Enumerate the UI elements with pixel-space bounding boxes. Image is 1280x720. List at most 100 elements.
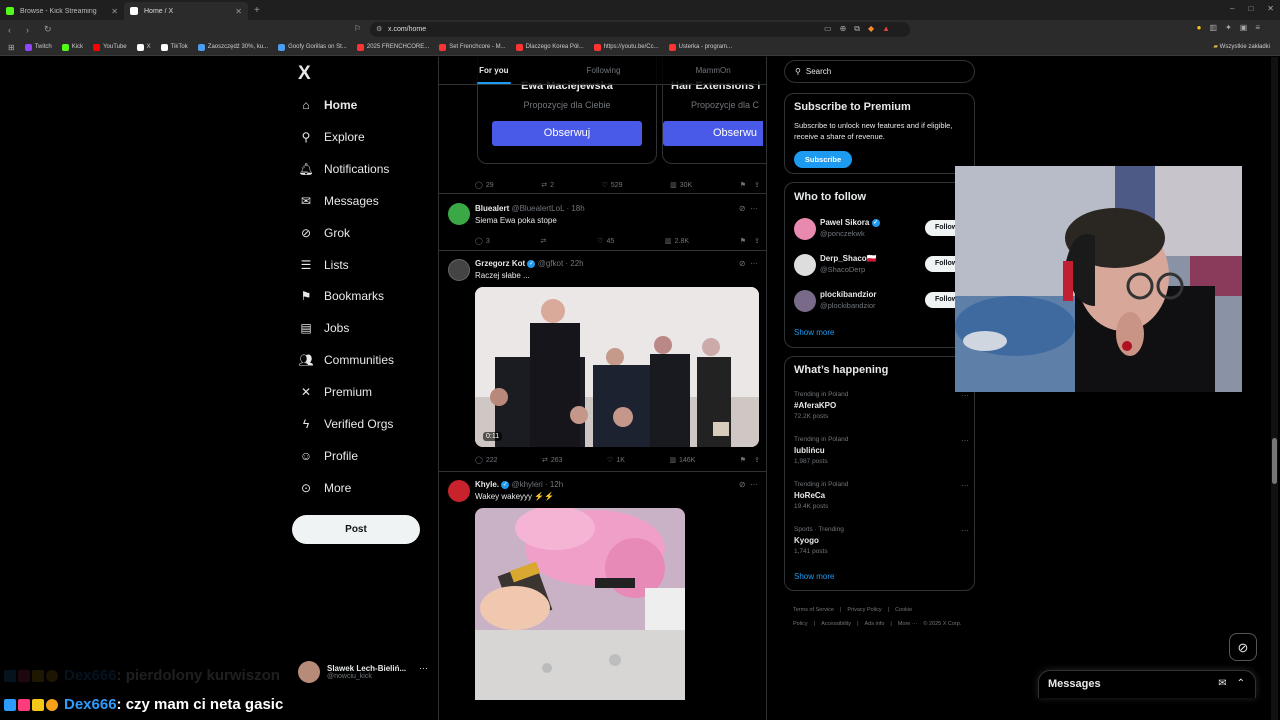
footer-link[interactable]: Accessibility — [821, 621, 851, 627]
expand-up-icon[interactable]: ⌃ — [1237, 678, 1245, 689]
site-info-icon[interactable]: ⚙ — [376, 25, 382, 33]
follow-suggestion-button[interactable]: Obserwuj — [492, 121, 642, 146]
tweet[interactable]: Bluealert @BluealertLoL · 18h Siema Ewa … — [439, 193, 766, 250]
bookmark-item[interactable]: Twitch — [24, 43, 52, 51]
all-bookmarks-link[interactable]: ▰ Wszystkie zakładki — [1213, 43, 1270, 50]
tweet-video[interactable]: 0:11 — [475, 287, 759, 447]
more-dots-icon[interactable]: ··· — [419, 663, 428, 673]
sidebar-item-notifications[interactable]: 🔔︎ Notifications — [298, 158, 389, 180]
bookmark-item[interactable]: YouTube — [93, 43, 127, 51]
repost-button[interactable]: ⇄ — [541, 235, 547, 247]
share-icon[interactable]: ⇪ — [754, 237, 760, 245]
bookmark-item[interactable]: Dlaczego Korea Pół... — [515, 43, 584, 51]
like-button[interactable]: ♡ 1K — [607, 454, 625, 466]
close-tab-icon[interactable]: ✕ — [235, 7, 242, 16]
views-button[interactable]: ▥ 146K — [669, 454, 695, 466]
brave-shield-icon[interactable]: ◆ — [868, 24, 874, 34]
follow-suggestion[interactable]: Derp_Shaco🇵🇱 @ShacoDerp Follow — [794, 252, 969, 278]
footer-link[interactable]: More ··· — [898, 621, 918, 627]
show-more-link[interactable]: Show more — [794, 328, 834, 337]
bookmark-icon[interactable]: ⚑ — [740, 237, 746, 245]
bookmark-item[interactable]: Set Frenchcore - M... — [439, 43, 506, 51]
tweet[interactable]: Grzegorz Kot ✓ @gfkot · 22h Raczej słabe… — [439, 250, 766, 471]
reply-button[interactable]: ◯ 29 — [475, 179, 494, 191]
reply-button[interactable]: ◯ 222 — [475, 454, 498, 466]
sidebar-item-communities[interactable]: 👥︎ Communities — [298, 349, 394, 371]
brave-rewards-icon[interactable]: ▲ — [882, 24, 890, 34]
reload-icon[interactable]: ↻ — [44, 24, 54, 35]
follow-suggestion[interactable]: Pawel Sikora ✓ @ponczekwk Follow — [794, 216, 969, 242]
share-icon[interactable]: ⇪ — [754, 456, 760, 464]
new-tab-icon[interactable]: + — [254, 5, 260, 16]
grok-icon[interactable]: ⊘ — [739, 259, 746, 268]
forward-icon[interactable]: › — [26, 25, 36, 35]
tweet-image[interactable] — [475, 508, 685, 700]
trend-item[interactable]: Trending in Poland #AferaKPO 72.2K posts… — [794, 391, 969, 427]
bookmark-item[interactable]: https://youtu.be/Cc... — [593, 43, 659, 51]
sidebar-item-grok[interactable]: ⊘ Grok — [298, 222, 350, 244]
footer-link[interactable]: Privacy Policy — [847, 607, 881, 613]
sidebar-item-jobs[interactable]: ▤ Jobs — [298, 317, 349, 339]
browser-tab-kick[interactable]: Browse - Kick Streaming ✕ — [0, 2, 124, 20]
close-window-icon[interactable]: ✕ — [1267, 4, 1274, 13]
maximize-icon[interactable]: □ — [1248, 4, 1253, 13]
minimize-icon[interactable]: – — [1230, 4, 1234, 13]
bookmark-item[interactable]: Kick — [61, 43, 83, 51]
footer-link[interactable]: Ads info — [865, 621, 885, 627]
show-more-link[interactable]: Show more — [794, 572, 834, 581]
sidebar-item-more[interactable]: ⊙ More — [298, 477, 351, 499]
follow-suggestion-button[interactable]: Obserwu — [663, 121, 763, 146]
browser-tab-x[interactable]: Home / X ✕ — [124, 2, 248, 20]
apps-icon[interactable]: ⊞ — [8, 43, 15, 52]
bookmark-item[interactable]: Zaoszczędź 30%, ku... — [197, 43, 268, 51]
close-tab-icon[interactable]: ✕ — [111, 7, 118, 16]
back-icon[interactable]: ‹ — [8, 25, 18, 35]
sidebar-item-messages[interactable]: ✉ Messages — [298, 190, 379, 212]
page-scrollbar[interactable] — [1271, 57, 1278, 720]
tweet-author[interactable]: Khyle. — [475, 480, 499, 489]
grok-icon[interactable]: ⊘ — [739, 204, 746, 213]
sidebar-icon[interactable]: ▣ — [1240, 23, 1248, 32]
bookmark-item[interactable]: Goofy Gorillas on St... — [278, 43, 347, 51]
reply-button[interactable]: ◯ 3 — [475, 235, 490, 247]
like-button[interactable]: ♡ 529 — [602, 179, 623, 191]
share-icon[interactable]: ⇪ — [754, 181, 760, 189]
account-switcher[interactable]: Slawek Lech-Bieliń... @nowciu_kick ··· — [298, 661, 428, 683]
sidebar-item-profile[interactable]: ☺ Profile — [298, 445, 358, 467]
repost-button[interactable]: ⇄ 2 — [541, 179, 554, 191]
bookmark-item[interactable]: X — [136, 43, 151, 51]
wallet-icon[interactable]: ● — [1197, 23, 1202, 32]
sidebar-item-verified-orgs[interactable]: ϟ Verified Orgs — [298, 413, 394, 435]
views-button[interactable]: ▥ 30K — [670, 179, 692, 191]
x-logo[interactable]: X — [298, 63, 311, 85]
tweet-author[interactable]: Bluealert — [475, 204, 509, 213]
share-icon[interactable]: ⧉ — [854, 24, 860, 34]
follow-suggestion[interactable]: plockibandzior @plockibandzior Follow — [794, 288, 969, 314]
messages-drawer[interactable]: Messages ✉ ⌃ — [1038, 670, 1256, 698]
extensions-icon[interactable]: ✦ — [1225, 23, 1232, 32]
footer-link[interactable]: Terms of Service — [793, 607, 834, 613]
sidebar-item-home[interactable]: ⌂ Home — [298, 94, 357, 116]
tweet-author[interactable]: Grzegorz Kot — [475, 259, 525, 268]
bookmark-icon[interactable]: ⚑ — [740, 456, 746, 464]
search-input[interactable]: ⚲ Search — [784, 60, 975, 83]
subscribe-button[interactable]: Subscribe — [794, 151, 852, 168]
tab-following[interactable]: Following — [549, 57, 659, 84]
footer-link[interactable]: © 2025 X Corp. — [923, 621, 961, 627]
trend-item[interactable]: Trending in Poland lublińcu 1,987 posts … — [794, 436, 969, 472]
tab-mammon[interactable]: MammOn — [658, 57, 766, 84]
views-button[interactable]: ▥ 2.8K — [665, 235, 689, 247]
more-dots-icon[interactable]: ··· — [961, 391, 969, 400]
more-dots-icon[interactable]: ··· — [750, 204, 758, 213]
grok-icon[interactable]: ⊘ — [739, 480, 746, 489]
scrollbar-thumb[interactable] — [1272, 438, 1277, 484]
tweet[interactable]: Khyle. ✓ @khyleri · 12h Wakey wakeyyy ⚡⚡… — [439, 471, 766, 720]
more-dots-icon[interactable]: ··· — [750, 259, 758, 268]
bookmark-item[interactable]: 2025 FRENCHCORE... — [356, 43, 429, 51]
bookmark-item[interactable]: Usterka - program... — [668, 43, 732, 51]
reader-icon[interactable]: ▥ — [1210, 23, 1218, 32]
sidebar-item-lists[interactable]: ☰ Lists — [298, 254, 349, 276]
more-dots-icon[interactable]: ··· — [750, 480, 758, 489]
trend-item[interactable]: Trending in Poland HoReCa 19.4K posts ··… — [794, 481, 969, 517]
sidebar-item-premium[interactable]: ✕ Premium — [298, 381, 372, 403]
